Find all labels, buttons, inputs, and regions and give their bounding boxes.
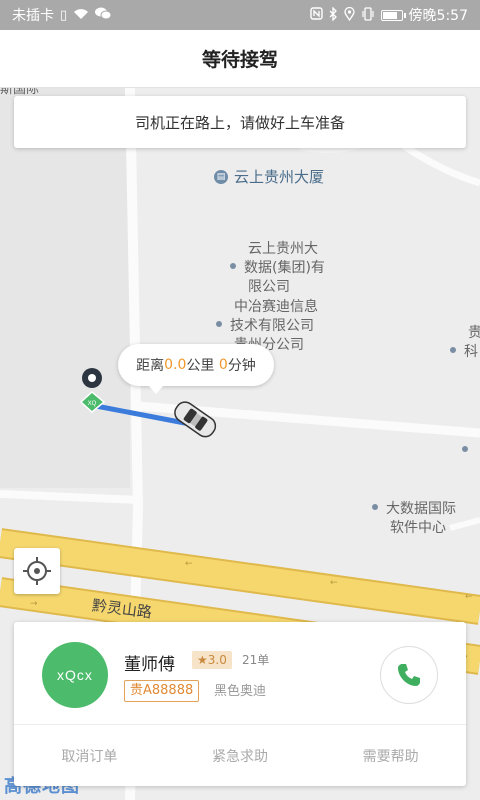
svg-text:←: ←	[330, 578, 338, 588]
poi-edge-right[interactable]: 贵 科	[450, 324, 480, 362]
poi-tower[interactable]: ▤ 云上贵州大厦	[214, 168, 324, 187]
page-header: 等待接驾	[0, 30, 480, 88]
license-plate: 贵A88888	[124, 680, 200, 702]
sim-alert-icon: ▯	[60, 7, 68, 23]
crosshair-icon	[23, 557, 51, 585]
svg-text:XQ: XQ	[88, 401, 97, 407]
svg-text:←: ←	[465, 592, 473, 602]
clock-text: 傍晚5:57	[408, 8, 468, 24]
wechat-icon	[95, 7, 112, 23]
passenger-marker: XQ	[79, 368, 106, 422]
status-notice: 司机正在路上，请做好上车准备	[14, 96, 466, 148]
eta-minutes: 0	[218, 357, 228, 373]
page-title: 等待接驾	[201, 49, 278, 71]
car-description: 黑色奥迪	[214, 684, 267, 699]
svg-text:→: →	[30, 599, 38, 609]
status-bar: 未插卡 ▯ 傍晚5:57	[0, 0, 480, 30]
building-icon: ▤	[214, 169, 228, 184]
vibrate-icon	[361, 6, 375, 24]
wifi-icon	[73, 8, 89, 23]
cancel-order-button[interactable]: 取消订单	[14, 725, 165, 786]
driver-name: 董师傅	[124, 655, 175, 675]
call-driver-button[interactable]	[380, 646, 438, 704]
brand-logo-icon: xQcx	[57, 667, 93, 683]
need-help-button[interactable]: 需要帮助	[315, 725, 466, 786]
driver-avatar: xQcx	[42, 642, 108, 708]
battery-icon	[380, 9, 406, 21]
emergency-help-button[interactable]: 紧急求助	[165, 725, 316, 786]
eta-distance: 0.0	[164, 357, 187, 373]
poi-bigdata-center[interactable]: 大数据国际 软件中心	[372, 500, 456, 538]
location-icon	[343, 6, 355, 24]
poi-dot-icon	[450, 347, 456, 353]
poi-cloud-guizhou[interactable]: 云上贵州大 数据(集团)有 限公司	[230, 240, 325, 297]
passenger-pin-icon: XQ	[79, 368, 106, 413]
phone-icon	[398, 664, 420, 686]
poi-dot-icon	[462, 446, 468, 452]
locate-button[interactable]	[14, 548, 60, 594]
poi-dot-icon	[372, 504, 378, 510]
eta-bubble: 距离 0.0 公里 0 分钟	[118, 344, 274, 394]
poi-edge-dot	[462, 442, 476, 461]
poi-dot-icon	[216, 321, 222, 327]
bluetooth-icon	[329, 5, 338, 24]
nfc-icon	[309, 7, 323, 23]
svg-text:xQcx: xQcx	[57, 667, 93, 683]
driver-card: xQcx 董师傅 ★3.0 21单 贵A88888 黑色奥迪 取消订单 紧急求助…	[14, 622, 466, 786]
driver-order-count: 21单	[242, 653, 270, 667]
poi-dot-icon	[230, 263, 236, 269]
driver-rating-badge: ★3.0	[192, 651, 232, 669]
carrier-text: 未插卡	[12, 8, 54, 24]
action-bar: 取消订单 紧急求助 需要帮助	[14, 725, 466, 786]
svg-text:←: ←	[185, 559, 193, 569]
